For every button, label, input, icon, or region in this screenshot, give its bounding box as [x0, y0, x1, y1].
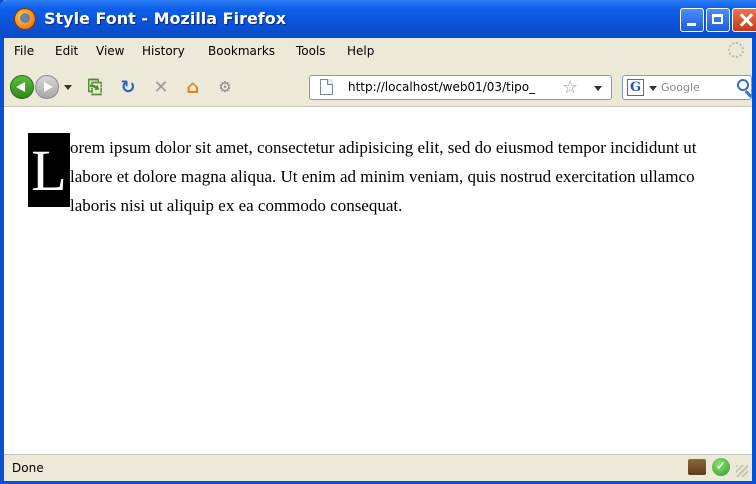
browser-window: Style Font - Mozilla Firefox File Edit V…	[0, 0, 756, 484]
google-icon[interactable]: G	[627, 79, 644, 96]
paragraph-text: orem ipsum dolor sit amet, consectetur a…	[70, 138, 697, 215]
new-tab-icon[interactable]: ⎘	[84, 76, 106, 98]
bookmark-star-icon[interactable]: ☆	[562, 77, 578, 98]
status-text: Done	[12, 461, 44, 475]
minimize-button[interactable]	[680, 8, 704, 32]
drop-cap: L	[28, 133, 70, 207]
menu-help[interactable]: Help	[347, 44, 374, 58]
page-icon	[320, 79, 333, 95]
close-button[interactable]	[732, 8, 756, 32]
menu-history[interactable]: History	[142, 44, 185, 58]
forward-button[interactable]	[35, 75, 59, 99]
title-bar: Style Font - Mozilla Firefox	[0, 0, 756, 38]
window-title: Style Font - Mozilla Firefox	[44, 9, 287, 28]
menu-bookmarks[interactable]: Bookmarks	[208, 44, 275, 58]
paragraph: Lorem ipsum dolor sit amet, consectetur …	[28, 133, 732, 220]
menu-view[interactable]: View	[96, 44, 124, 58]
reload-icon[interactable]: ↻	[117, 76, 139, 98]
menu-tools[interactable]: Tools	[296, 44, 326, 58]
resize-grip-icon[interactable]	[736, 465, 748, 477]
navigation-toolbar: ⎘ ↻ ✕ ⌂ ⚙ http://localhost/web01/03/tipo…	[4, 65, 752, 107]
url-dropdown-icon[interactable]	[594, 86, 602, 91]
menu-edit[interactable]: Edit	[55, 44, 78, 58]
menu-file[interactable]: File	[14, 44, 34, 58]
addon-icon[interactable]	[688, 459, 706, 475]
search-icon[interactable]	[737, 79, 749, 91]
search-placeholder[interactable]: Google	[661, 81, 700, 94]
firefox-icon	[14, 8, 36, 30]
tools-icon[interactable]: ⚙	[214, 76, 236, 98]
menu-bar: File Edit View History Bookmarks Tools H…	[4, 38, 752, 65]
url-bar[interactable]: http://localhost/web01/03/tipo_ ☆	[309, 75, 612, 100]
url-text[interactable]: http://localhost/web01/03/tipo_	[348, 80, 538, 94]
search-box[interactable]: G Google	[622, 75, 752, 100]
history-dropdown-icon[interactable]	[64, 85, 72, 90]
throbber-icon	[728, 42, 744, 58]
check-icon[interactable]: ✓	[712, 458, 730, 476]
search-engine-dropdown-icon[interactable]	[649, 86, 657, 91]
stop-icon[interactable]: ✕	[150, 76, 172, 98]
maximize-button[interactable]	[706, 8, 730, 32]
home-icon[interactable]: ⌂	[182, 76, 204, 98]
page-content: Lorem ipsum dolor sit amet, consectetur …	[4, 107, 752, 454]
status-bar: Done ✓	[4, 454, 752, 481]
back-button[interactable]	[10, 75, 34, 99]
